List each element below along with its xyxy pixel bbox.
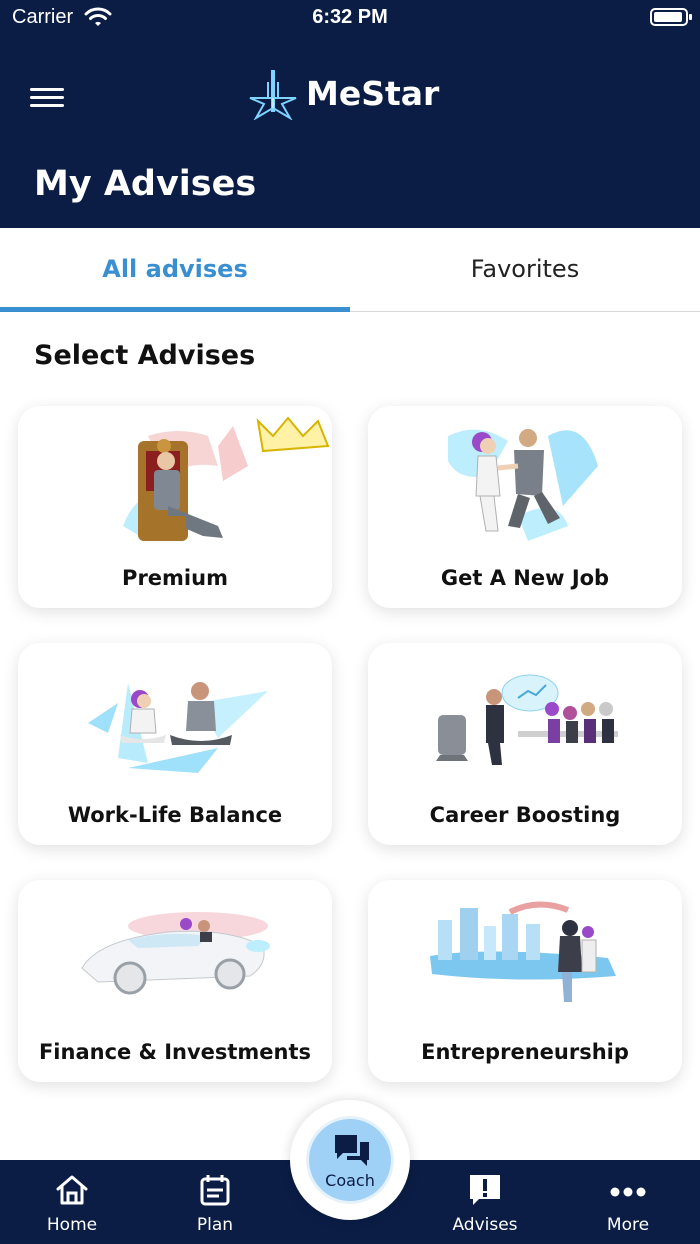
advise-card-label: Entrepreneurship bbox=[421, 1040, 629, 1064]
advise-card-work-life-balance[interactable]: Work-Life Balance bbox=[18, 643, 332, 845]
advise-tabs: All advises Favorites bbox=[0, 228, 700, 312]
nav-plan-label: Plan bbox=[196, 1215, 234, 1235]
chat-bubbles-icon bbox=[335, 1135, 369, 1166]
app-logo: MeStar bbox=[246, 68, 446, 120]
advise-card-finance-investments[interactable]: Finance & Investments bbox=[18, 880, 332, 1082]
star-logo-icon bbox=[249, 70, 297, 120]
page-title: My Advises bbox=[34, 164, 257, 204]
nav-more-label: More bbox=[606, 1215, 650, 1235]
tab-favorites[interactable]: Favorites bbox=[350, 228, 700, 312]
status-bar: Carrier 6:32 PM bbox=[0, 0, 700, 36]
home-icon bbox=[56, 1175, 88, 1205]
tab-all-advises[interactable]: All advises bbox=[0, 228, 350, 312]
app-header: Carrier 6:32 PM MeStar My Advises bbox=[0, 0, 700, 228]
nav-plan[interactable]: Plan bbox=[165, 1160, 265, 1244]
advise-card-label: Get A New Job bbox=[440, 566, 610, 590]
handshake-illustration bbox=[448, 429, 598, 541]
active-tab-indicator bbox=[0, 307, 350, 312]
advise-card-label: Finance & Investments bbox=[38, 1040, 312, 1064]
app-name: MeStar bbox=[306, 74, 440, 113]
nav-more[interactable]: More bbox=[578, 1160, 678, 1244]
advise-card-label: Career Boosting bbox=[429, 803, 621, 827]
more-dots-icon bbox=[610, 1187, 646, 1197]
nav-advises[interactable]: Advises bbox=[435, 1160, 535, 1244]
calendar-icon bbox=[200, 1175, 230, 1206]
meditation-illustration bbox=[88, 682, 268, 773]
advise-card-premium[interactable]: Premium bbox=[18, 406, 332, 608]
status-time: 6:32 PM bbox=[312, 6, 388, 28]
king-on-throne-illustration bbox=[123, 416, 330, 541]
advise-card-career-boosting[interactable]: Career Boosting bbox=[368, 643, 682, 845]
advise-card-label: Premium bbox=[122, 566, 228, 590]
city-skyline-illustration bbox=[430, 901, 616, 1002]
nav-home-label: Home bbox=[46, 1215, 98, 1235]
coach-button[interactable]: Coach bbox=[306, 1116, 394, 1204]
hamburger-menu-button[interactable] bbox=[30, 86, 66, 110]
battery-icon bbox=[650, 8, 692, 26]
section-title: Select Advises bbox=[34, 340, 256, 371]
advise-card-get-a-new-job[interactable]: Get A New Job bbox=[368, 406, 682, 608]
advise-card-label: Work-Life Balance bbox=[67, 803, 283, 827]
advise-card-entrepreneurship[interactable]: Entrepreneurship bbox=[368, 880, 682, 1082]
nav-home[interactable]: Home bbox=[22, 1160, 122, 1244]
coach-label: Coach bbox=[325, 1171, 375, 1190]
sports-car-illustration bbox=[81, 912, 270, 995]
alert-message-icon bbox=[470, 1175, 500, 1205]
nav-advises-label: Advises bbox=[452, 1215, 518, 1235]
meeting-illustration bbox=[436, 674, 618, 765]
